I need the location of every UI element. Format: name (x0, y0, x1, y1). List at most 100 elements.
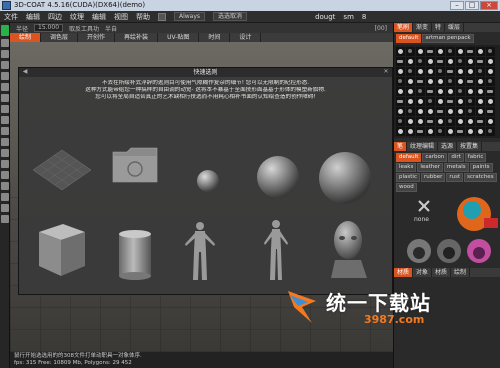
text-tool-icon[interactable] (1, 116, 9, 124)
chip-fabric[interactable]: fabric (464, 153, 487, 162)
menu-right-label-3[interactable]: 8 (362, 13, 366, 21)
brush-alpha[interactable] (416, 97, 425, 106)
brush-alpha[interactable] (456, 107, 465, 116)
smudge-tool-icon[interactable] (1, 83, 9, 91)
brush-alpha[interactable] (436, 97, 445, 106)
brush-alpha[interactable] (436, 127, 445, 136)
brush-alpha[interactable] (466, 107, 475, 116)
tab-brushes[interactable]: 笔刷 (394, 23, 414, 32)
brush-alpha[interactable] (486, 87, 495, 96)
option-head-bust[interactable] (323, 216, 373, 282)
tab-gradient[interactable]: 渐变 (413, 23, 433, 32)
brush-alpha[interactable] (446, 57, 455, 66)
brush-tool-icon[interactable] (1, 39, 9, 47)
brush-alpha[interactable] (396, 47, 405, 56)
brush-alpha[interactable] (486, 57, 495, 66)
chip-wood[interactable]: wood (396, 183, 417, 192)
option-large-sphere[interactable] (317, 150, 373, 206)
tab-special[interactable]: 特 (432, 23, 446, 32)
brush-alpha[interactable] (406, 107, 415, 116)
brush-alpha[interactable] (406, 117, 415, 126)
brush-alpha[interactable] (486, 107, 495, 116)
brush-alpha[interactable] (466, 57, 475, 66)
brush-alpha[interactable] (436, 67, 445, 76)
brush-alpha[interactable] (476, 87, 485, 96)
brush-alpha[interactable] (436, 77, 445, 86)
tab-material-pen[interactable]: 笔 (394, 142, 408, 151)
brush-alpha[interactable] (486, 117, 495, 126)
brush-alpha[interactable] (426, 67, 435, 76)
brush-alpha[interactable] (406, 127, 415, 136)
chip-artman-penpack[interactable]: artman penpack (422, 34, 474, 43)
tab-source[interactable]: 选源 (438, 142, 458, 151)
brush-alpha[interactable] (426, 127, 435, 136)
option-cube[interactable] (29, 218, 89, 280)
scroll-left-icon[interactable]: ◀ (21, 68, 29, 76)
brush-alpha[interactable] (476, 57, 485, 66)
brush-alpha[interactable] (486, 127, 495, 136)
brush-alpha[interactable] (396, 127, 405, 136)
tab-design[interactable]: 设计 (230, 33, 262, 42)
transform-tool-icon[interactable] (1, 127, 9, 135)
brush-alpha[interactable] (446, 67, 455, 76)
brush-alpha[interactable] (426, 107, 435, 116)
brush-alpha[interactable] (486, 67, 495, 76)
brush-alpha[interactable] (406, 87, 415, 96)
blur-tool-icon[interactable] (1, 94, 9, 102)
maximize-button[interactable]: □ (465, 1, 479, 10)
brush-alpha[interactable] (436, 107, 445, 116)
brush-alpha[interactable] (436, 117, 445, 126)
tab-texture-edit[interactable]: 纹理编辑 (407, 142, 439, 151)
dialog-close-icon[interactable]: ✕ (382, 68, 390, 76)
material-sphere-1[interactable] (404, 236, 434, 266)
brush-alpha[interactable] (446, 77, 455, 86)
brush-alpha[interactable] (426, 57, 435, 66)
brush-alpha[interactable] (396, 87, 405, 96)
option-plane-grid[interactable] (31, 146, 93, 194)
brush-alpha[interactable] (476, 107, 485, 116)
pencil-tool-icon[interactable] (1, 61, 9, 69)
brush-alpha[interactable] (416, 87, 425, 96)
tab-time[interactable]: 时间 (199, 33, 231, 42)
brush-alpha[interactable] (456, 47, 465, 56)
brush-alpha[interactable] (446, 117, 455, 126)
option-medium-sphere[interactable] (255, 154, 301, 200)
tab-layers[interactable]: 缓层 (445, 23, 465, 32)
brush-alpha[interactable] (456, 117, 465, 126)
color-swatch[interactable] (1, 25, 9, 36)
none-x-icon[interactable] (416, 198, 432, 214)
brush-alpha[interactable] (456, 87, 465, 96)
brush-alpha[interactable] (456, 97, 465, 106)
chip-metals[interactable]: metals (443, 163, 469, 172)
brush-alpha[interactable] (406, 47, 415, 56)
brush-alpha[interactable] (466, 47, 475, 56)
eraser-tool-icon[interactable] (1, 138, 9, 146)
tab-palette[interactable]: 调色层 (41, 33, 79, 42)
brush-alpha[interactable] (476, 67, 485, 76)
chip-default-brushes[interactable]: default (396, 34, 422, 43)
brush-alpha[interactable] (426, 77, 435, 86)
tab-uv[interactable]: UV-贴图 (158, 33, 200, 42)
tab-paint[interactable]: 绘制 (10, 33, 42, 42)
brush-alpha[interactable] (416, 107, 425, 116)
brush-alpha[interactable] (466, 127, 475, 136)
material-sphere-2[interactable] (434, 236, 464, 266)
brush-alpha[interactable] (426, 87, 435, 96)
brush-alpha[interactable] (476, 47, 485, 56)
pen-tool-icon[interactable] (1, 50, 9, 58)
brush-alpha[interactable] (456, 67, 465, 76)
brush-alpha[interactable] (466, 117, 475, 126)
chip-rubber[interactable]: rubber (420, 173, 446, 182)
half-label[interactable]: 半自 (105, 24, 117, 33)
brush-alpha[interactable] (456, 127, 465, 136)
brush-alpha[interactable] (436, 87, 445, 96)
measure-tool-icon[interactable] (1, 182, 9, 190)
tab-create[interactable]: 开创作 (78, 33, 116, 42)
material-sphere-3[interactable] (464, 236, 494, 266)
tab-bottom-material2[interactable]: 材质 (432, 268, 452, 277)
chip-paints[interactable]: paints (469, 163, 493, 172)
brush-alpha[interactable] (426, 97, 435, 106)
brush-alpha[interactable] (416, 117, 425, 126)
material-ball-preview[interactable] (454, 194, 500, 234)
selection-dropdown[interactable]: 选选取消 (213, 12, 248, 21)
